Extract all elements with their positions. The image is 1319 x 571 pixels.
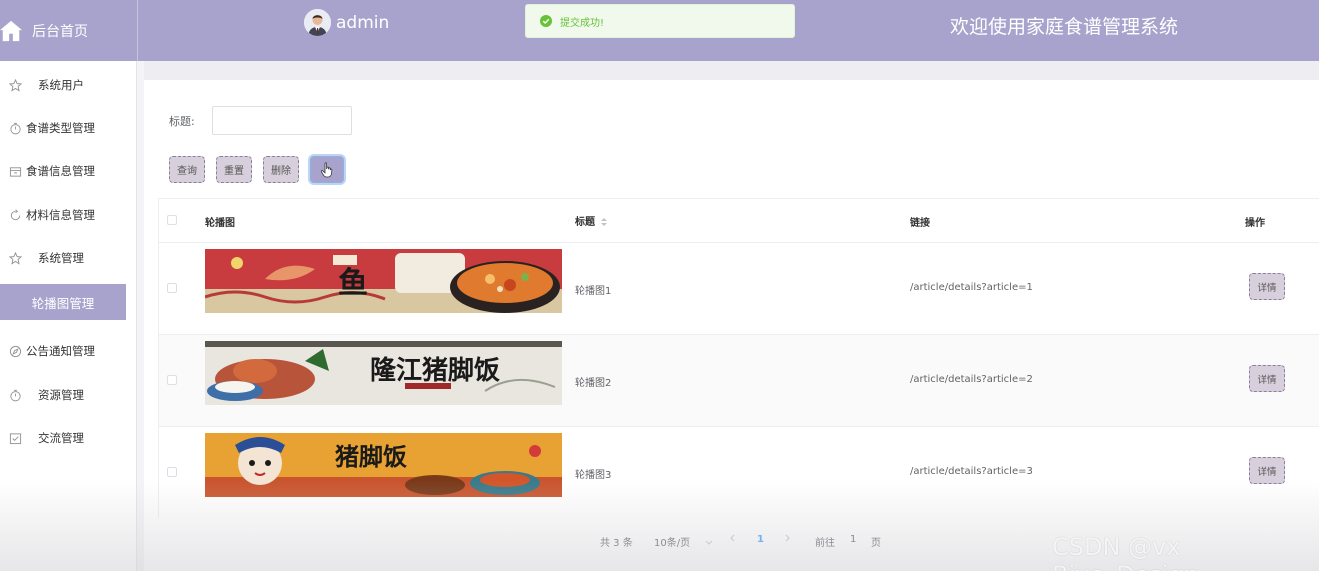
topbar-divider (137, 0, 138, 61)
table-row: 猪脚饭 轮播图3 /article/details?article=3 详情 (159, 427, 1319, 518)
timer-icon (10, 122, 21, 134)
timer-icon (10, 389, 21, 401)
sidebar-item-label: 交流管理 (38, 431, 84, 445)
detail-button[interactable]: 详情 (1249, 273, 1285, 300)
reset-button[interactable]: 重置 (216, 156, 252, 183)
toast-message: 提交成功! (560, 17, 605, 29)
header-link: 链接 (910, 218, 930, 229)
title-search-input[interactable] (212, 106, 352, 135)
sidebar-item-label: 轮播图管理 (31, 295, 95, 311)
chevron-right-icon (785, 534, 790, 542)
header-image: 轮播图 (205, 218, 235, 229)
compass-icon (9, 345, 22, 357)
page-size-value: 10条/页 (654, 538, 691, 549)
sidebar-item-label: 食谱类型管理 (26, 121, 95, 135)
pagination-total: 共 3 条 (600, 538, 633, 549)
table-header: 轮播图 标题 链接 操作 (159, 199, 1319, 243)
banner-pork-knuckle-image: 隆江猪脚饭 (205, 341, 562, 405)
sidebar: 系统用户 食谱类型管理 食谱信息管理 材料信息管理 系统管理 轮播图管理 公告通… (0, 61, 137, 571)
chevron-down-icon (705, 540, 713, 545)
success-toast: 提交成功! (525, 4, 795, 38)
user-info[interactable]: admin (304, 9, 389, 36)
delete-button[interactable]: 删除 (263, 156, 299, 183)
watermark: CSDN @vx Biye_Design (1052, 533, 1199, 571)
banner-opera-text: 猪脚饭 (335, 442, 407, 471)
query-button[interactable]: 查询 (169, 156, 205, 183)
row-title: 轮播图1 (575, 286, 612, 297)
sidebar-item-label: 公告通知管理 (26, 344, 95, 358)
detail-button[interactable]: 详情 (1249, 365, 1285, 392)
table-row: 隆江猪脚饭 轮播图2 /article/details?article=2 详情 (159, 335, 1319, 427)
user-name: admin (336, 12, 390, 33)
banner-opera-image: 猪脚饭 (205, 433, 562, 497)
sort-icon[interactable] (600, 217, 608, 227)
sidebar-item-label: 系统管理 (38, 251, 84, 265)
sidebar-item-recipe-types[interactable]: 食谱类型管理 (0, 110, 137, 146)
row-link: /article/details?article=1 (910, 282, 1033, 293)
row-checkbox[interactable] (167, 467, 177, 477)
top-bar: 后台首页 admin 提交成功! 欢迎使用家庭食谱管理系统 (0, 0, 1319, 61)
sidebar-item-label: 食谱信息管理 (26, 164, 95, 178)
goto-prefix: 前往 (815, 538, 835, 549)
refresh-icon (10, 209, 21, 220)
page-number-current[interactable]: 1 (757, 534, 764, 545)
banner-fish-text: 鱼 (338, 266, 368, 301)
sidebar-item-system-management[interactable]: 系统管理 (0, 240, 137, 276)
star-icon (9, 78, 22, 92)
add-button[interactable] (310, 156, 344, 183)
banner-fish-image: 鱼 (205, 249, 562, 313)
detail-button[interactable]: 详情 (1249, 457, 1285, 484)
checkbox-icon (9, 432, 22, 444)
carousel-table: 轮播图 标题 链接 操作 鱼 轮播图1 /article/details?art… (158, 198, 1319, 518)
prev-page-button[interactable] (729, 534, 735, 545)
avatar (304, 9, 331, 36)
sidebar-item-recipe-info[interactable]: 食谱信息管理 (0, 153, 137, 189)
sidebar-item-announcements[interactable]: 公告通知管理 (0, 333, 137, 369)
row-title: 轮播图3 (575, 470, 612, 481)
carousel-image: 鱼 (205, 249, 562, 313)
success-check-icon (540, 15, 552, 27)
box-icon (9, 166, 22, 177)
row-checkbox[interactable] (167, 283, 177, 293)
sidebar-item-carousel[interactable]: 轮播图管理 (0, 284, 126, 320)
carousel-image: 猪脚饭 (205, 433, 562, 497)
sidebar-item-resources[interactable]: 资源管理 (0, 377, 137, 413)
next-page-button[interactable] (785, 534, 791, 545)
sidebar-item-communication[interactable]: 交流管理 (0, 420, 137, 456)
table-row: 鱼 轮播图1 /article/details?article=1 详情 (159, 243, 1319, 335)
header-title[interactable]: 标题 (575, 213, 608, 228)
content-top-strip (144, 61, 1319, 80)
carousel-image: 隆江猪脚饭 (205, 341, 562, 405)
page-size-select[interactable]: 10条/页 (654, 534, 713, 549)
sidebar-item-label: 资源管理 (38, 388, 84, 402)
banner-pork-knuckle-text: 隆江猪脚饭 (370, 356, 500, 386)
home-label: 后台首页 (32, 23, 88, 40)
row-checkbox[interactable] (167, 375, 177, 385)
row-title: 轮播图2 (575, 378, 612, 389)
select-all-checkbox[interactable] (167, 215, 177, 225)
sidebar-item-system-users[interactable]: 系统用户 (0, 67, 137, 103)
home-icon (0, 20, 22, 41)
row-link: /article/details?article=3 (910, 466, 1033, 477)
system-title: 欢迎使用家庭食谱管理系统 (950, 16, 1179, 38)
goto-suffix: 页 (871, 538, 881, 549)
hand-cursor-icon (320, 161, 333, 177)
sidebar-item-material-info[interactable]: 材料信息管理 (0, 197, 137, 233)
goto-page-input[interactable]: 1 (850, 534, 856, 545)
row-link: /article/details?article=2 (910, 374, 1033, 385)
admin-app: 后台首页 admin 提交成功! 欢迎使用家庭食谱管理系统 系统用户 食谱类型管… (0, 0, 1319, 571)
home-link[interactable]: 后台首页 (0, 0, 137, 61)
header-action: 操作 (1245, 218, 1265, 229)
star-icon (9, 251, 22, 265)
avatar-icon (304, 9, 331, 36)
title-search-label: 标题: (169, 115, 195, 128)
header-title-label: 标题 (575, 217, 595, 228)
sidebar-item-label: 材料信息管理 (26, 208, 95, 222)
sidebar-item-label: 系统用户 (38, 78, 84, 92)
chevron-left-icon (730, 534, 735, 542)
